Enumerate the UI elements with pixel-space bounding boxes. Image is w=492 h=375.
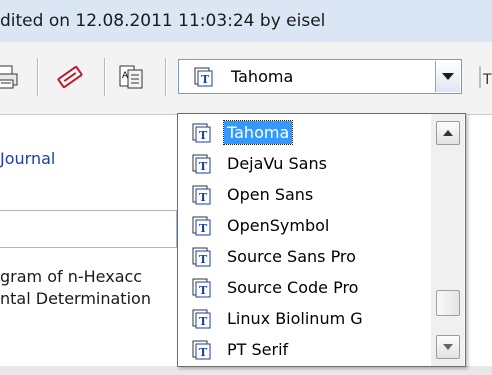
body-text: gram of n-Hexacc ntal Determination	[0, 266, 151, 310]
svg-text:T: T	[199, 160, 208, 173]
toolbar-separator	[37, 58, 38, 96]
svg-text:A: A	[122, 71, 129, 81]
font-list-item[interactable]: T Source Code Pro	[178, 272, 428, 304]
svg-text:T: T	[199, 253, 208, 266]
font-list-item[interactable]: T DejaVu Sans	[178, 148, 428, 180]
truetype-font-icon: T	[192, 247, 211, 267]
horizontal-scrollbar[interactable]	[0, 366, 492, 375]
svg-text:T: T	[199, 222, 208, 235]
window-title: dited on 12.08.2011 11:03:24 by eisel	[0, 11, 326, 31]
scroll-down-button[interactable]	[436, 335, 460, 359]
svg-text:T: T	[199, 315, 208, 328]
font-list-item-label: Source Sans Pro	[227, 247, 356, 266]
truetype-font-icon: T	[192, 340, 211, 360]
window-title-bar: dited on 12.08.2011 11:03:24 by eisel	[0, 0, 492, 42]
svg-text:T: T	[199, 284, 208, 297]
truetype-font-icon: T	[192, 216, 211, 236]
truetype-font-icon: T	[194, 67, 213, 87]
truetype-font-icon: T	[192, 154, 211, 174]
truetype-font-icon: T	[192, 123, 211, 143]
truetype-font-icon: T	[192, 185, 211, 205]
font-list-item[interactable]: T Open Sans	[178, 179, 428, 211]
journal-link[interactable]: Journal	[0, 149, 55, 168]
font-list-item-label: DejaVu Sans	[227, 154, 327, 173]
svg-text:T: T	[201, 73, 210, 86]
font-list-item[interactable]: T Tahoma	[178, 117, 428, 149]
toolbar-separator	[165, 58, 166, 96]
no-entry-icon[interactable]	[55, 62, 85, 92]
body-line: ntal Determination	[0, 289, 151, 308]
svg-text:T: T	[482, 72, 492, 88]
font-list-item-label: Linux Biolinum G	[227, 309, 363, 328]
body-line: gram of n-Hexacc	[0, 267, 143, 286]
font-dropdown-list[interactable]: T Tahoma T DejaVu Sans T Open Sans T OpenSymbol…	[177, 113, 466, 367]
svg-text:T: T	[199, 191, 208, 204]
svg-text:T: T	[199, 129, 208, 142]
font-name-value: Tahoma	[231, 67, 294, 86]
font-list-item[interactable]: T Linux Biolinum G	[178, 303, 428, 335]
font-book-icon[interactable]: A	[116, 62, 146, 92]
toolbar-separator	[104, 58, 105, 96]
truetype-font-icon: T	[192, 309, 211, 329]
font-list-item[interactable]: T OpenSymbol	[178, 210, 428, 242]
svg-text:T: T	[199, 346, 208, 359]
font-list-item[interactable]: T PT Serif	[178, 334, 428, 366]
font-list-item[interactable]: T Source Sans Pro	[178, 241, 428, 273]
text-field[interactable]	[0, 210, 177, 248]
font-list-item-label: Source Code Pro	[227, 278, 359, 297]
truetype-font-icon: T	[192, 278, 211, 298]
formatting-toolbar: A T Tahoma T	[0, 42, 492, 115]
scrollbar-thumb[interactable]	[436, 290, 460, 316]
font-list-item-label: OpenSymbol	[227, 216, 330, 235]
toolbar-overflow-icon[interactable]: T	[474, 62, 492, 92]
font-list-item-label: Tahoma	[222, 120, 294, 145]
scroll-up-button[interactable]	[436, 121, 460, 145]
font-dropdown-button[interactable]	[435, 61, 460, 92]
font-list-item-label: Open Sans	[227, 185, 314, 204]
font-list-item-label: PT Serif	[227, 340, 289, 359]
dropdown-scrollbar[interactable]	[431, 114, 464, 366]
printer-icon[interactable]	[0, 62, 22, 92]
font-name-combobox[interactable]: T Tahoma	[178, 59, 462, 94]
